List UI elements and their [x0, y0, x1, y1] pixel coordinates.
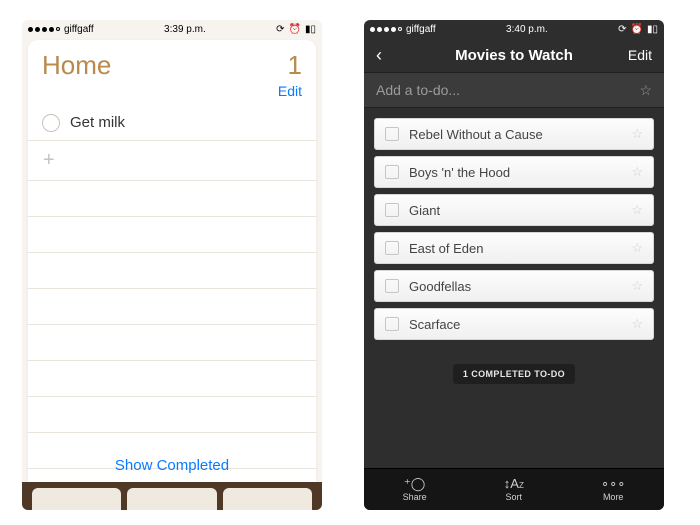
todo-checkbox[interactable]: [385, 279, 399, 293]
reminders-screen: giffgaff 3:39 p.m. ⟳ ⏰ ▮▯ Home 1 Edit Ge…: [22, 20, 322, 510]
orientation-lock-icon: ⟳: [276, 24, 284, 35]
signal-dots-icon: [28, 27, 60, 32]
todo-item[interactable]: Giant ☆: [374, 194, 654, 226]
todo-list: Rebel Without a Cause ☆ Boys 'n' the Hoo…: [364, 108, 664, 390]
todo-checkbox[interactable]: [385, 127, 399, 141]
todo-checkbox[interactable]: [385, 317, 399, 331]
reminder-text: Get milk: [70, 114, 125, 131]
todo-item[interactable]: Goodfellas ☆: [374, 270, 654, 302]
sort-icon: ↕AZ: [504, 477, 524, 490]
star-icon[interactable]: ☆: [639, 82, 652, 99]
battery-icon: ▮▯: [305, 24, 316, 35]
todo-text: Boys 'n' the Hood: [409, 165, 510, 180]
tab-bar: ⁺◯ Share ↕AZ Sort ∘∘∘ More: [364, 468, 664, 510]
todo-checkbox[interactable]: [385, 165, 399, 179]
alarm-icon: ⏰: [631, 24, 643, 35]
stack-footer: [22, 482, 322, 510]
share-icon: ⁺◯: [404, 477, 425, 490]
show-completed-button[interactable]: Show Completed: [28, 457, 316, 474]
star-icon[interactable]: ☆: [631, 202, 643, 218]
carrier-label: giffgaff: [406, 24, 436, 35]
edit-button[interactable]: Edit: [28, 83, 316, 105]
status-bar: giffgaff 3:39 p.m. ⟳ ⏰ ▮▯: [22, 20, 322, 38]
todo-text: Scarface: [409, 317, 460, 332]
back-button[interactable]: ‹: [376, 45, 406, 66]
todo-text: Goodfellas: [409, 279, 471, 294]
status-time: 3:40 p.m.: [436, 24, 618, 35]
reminder-item[interactable]: Get milk: [28, 105, 316, 141]
tab-label: More: [603, 492, 624, 502]
list-title: Home: [42, 50, 111, 81]
tab-label: Share: [403, 492, 427, 502]
add-todo-placeholder: Add a to-do...: [376, 82, 460, 98]
status-bar: giffgaff 3:40 p.m. ⟳ ⏰ ▮▯: [364, 20, 664, 38]
new-reminder-row[interactable]: +: [28, 141, 316, 181]
todo-text: East of Eden: [409, 241, 483, 256]
edit-button[interactable]: Edit: [622, 47, 652, 63]
add-todo-input[interactable]: Add a to-do... ☆: [364, 72, 664, 108]
todo-text: Giant: [409, 203, 440, 218]
reminder-count: 1: [288, 50, 302, 81]
todo-item[interactable]: East of Eden ☆: [374, 232, 654, 264]
alarm-icon: ⏰: [289, 24, 301, 35]
star-icon[interactable]: ☆: [631, 316, 643, 332]
star-icon[interactable]: ☆: [631, 164, 643, 180]
todo-item[interactable]: Boys 'n' the Hood ☆: [374, 156, 654, 188]
star-icon[interactable]: ☆: [631, 278, 643, 294]
todo-item[interactable]: Rebel Without a Cause ☆: [374, 118, 654, 150]
tab-sort[interactable]: ↕AZ Sort: [504, 477, 524, 502]
carrier-label: giffgaff: [64, 24, 94, 35]
tab-more[interactable]: ∘∘∘ More: [601, 477, 625, 502]
nav-title: Movies to Watch: [455, 47, 573, 64]
todo-text: Rebel Without a Cause: [409, 127, 543, 142]
todo-checkbox[interactable]: [385, 203, 399, 217]
nav-bar: ‹ Movies to Watch Edit: [364, 38, 664, 72]
empty-lines: [28, 181, 316, 469]
tab-label: Sort: [506, 492, 523, 502]
battery-icon: ▮▯: [647, 24, 658, 35]
star-icon[interactable]: ☆: [631, 126, 643, 142]
completed-badge[interactable]: 1 COMPLETED TO-DO: [453, 364, 575, 384]
star-icon[interactable]: ☆: [631, 240, 643, 256]
plus-icon: +: [42, 149, 55, 172]
tab-share[interactable]: ⁺◯ Share: [403, 477, 427, 502]
reminders-card: Home 1 Edit Get milk + Show Completed: [28, 40, 316, 482]
reminder-checkbox[interactable]: [42, 114, 60, 132]
todo-item[interactable]: Scarface ☆: [374, 308, 654, 340]
status-time: 3:39 p.m.: [94, 24, 276, 35]
todo-screen: giffgaff 3:40 p.m. ⟳ ⏰ ▮▯ ‹ Movies to Wa…: [364, 20, 664, 510]
todo-checkbox[interactable]: [385, 241, 399, 255]
orientation-lock-icon: ⟳: [618, 24, 626, 35]
signal-dots-icon: [370, 27, 402, 32]
more-icon: ∘∘∘: [601, 477, 625, 490]
